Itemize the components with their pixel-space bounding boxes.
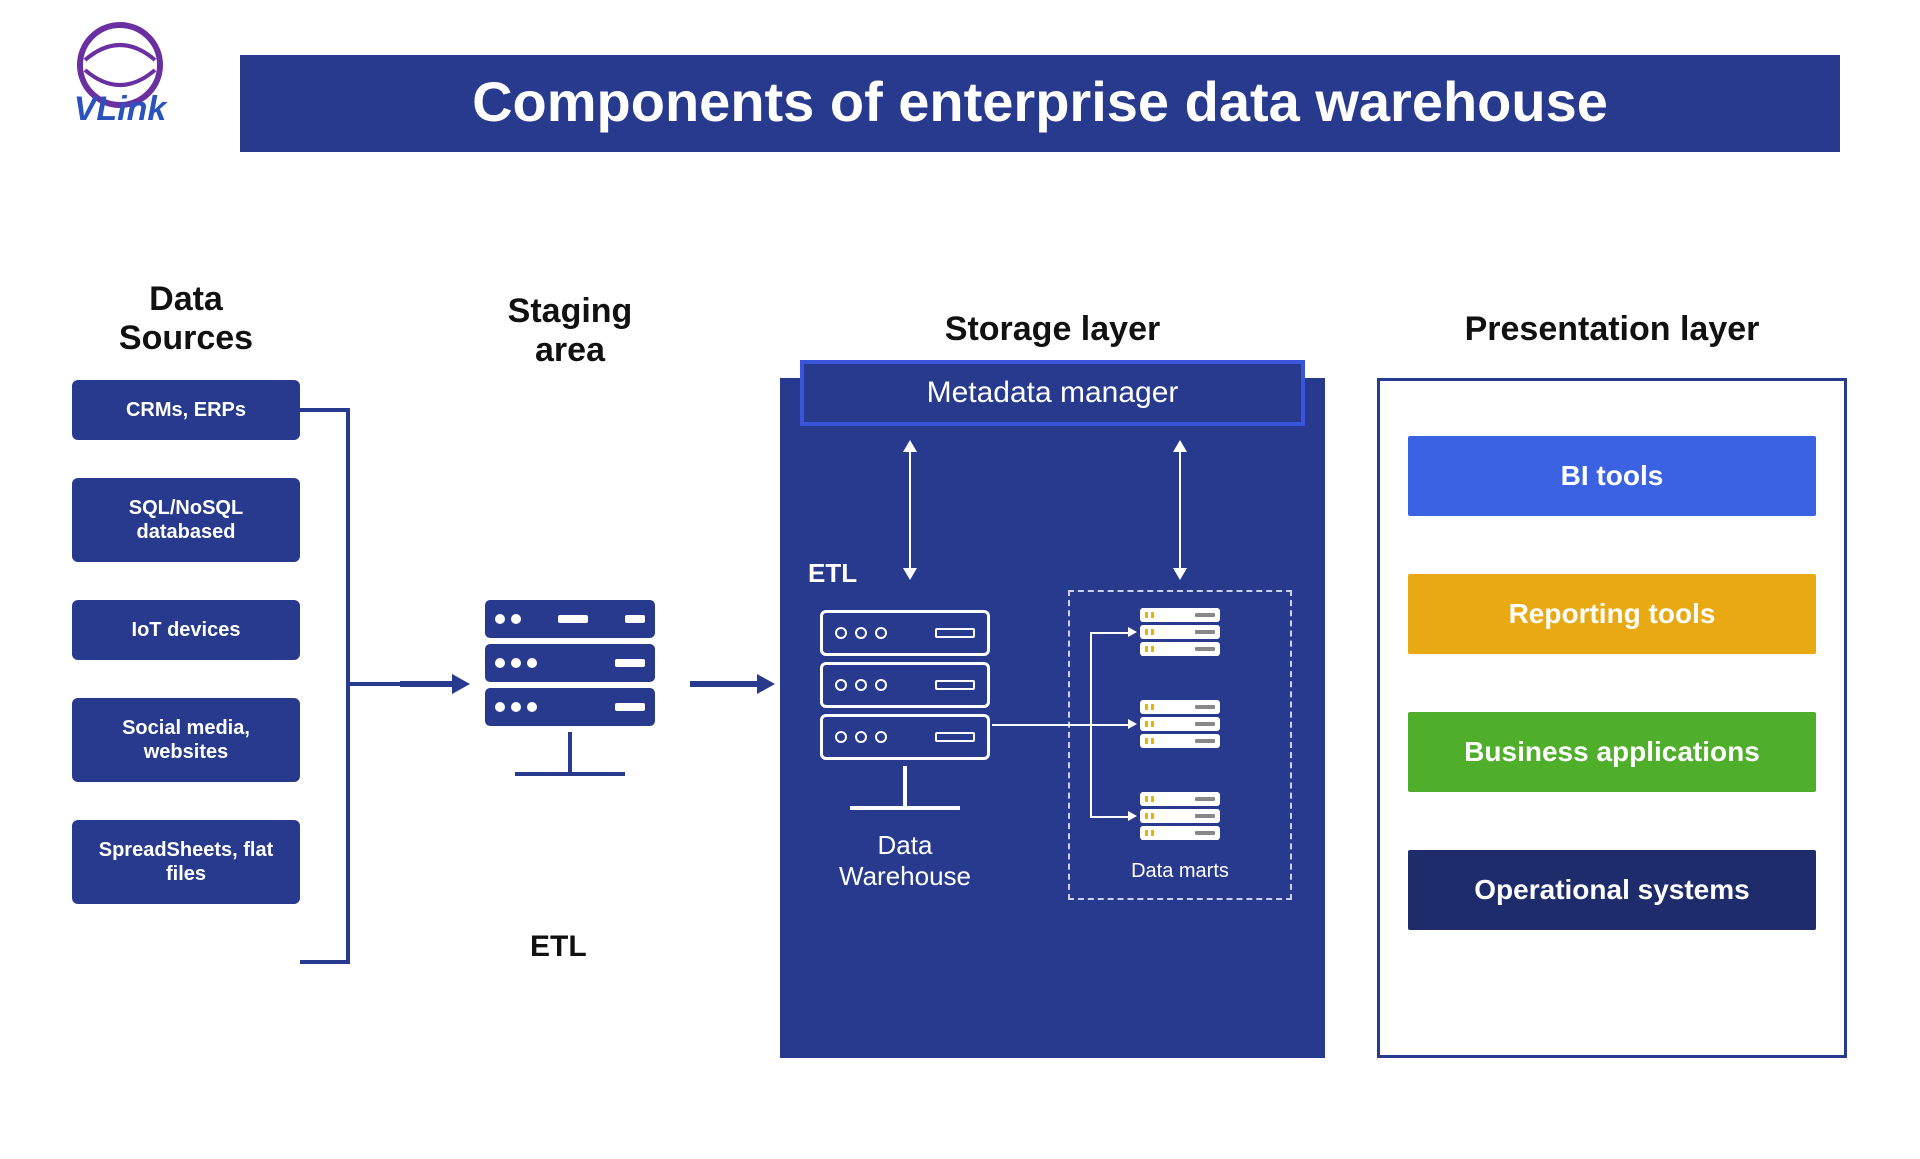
data-mart-icon <box>1140 608 1220 659</box>
column-header-staging: Staging area <box>455 292 685 370</box>
data-warehouse-icon <box>820 610 990 810</box>
source-social-media: Social media, websites <box>72 698 300 782</box>
data-mart-icon <box>1140 700 1220 751</box>
staging-server-icon <box>460 600 680 776</box>
connector-line <box>300 960 350 964</box>
vlink-logo: VLink <box>50 20 190 140</box>
double-arrow-icon <box>900 440 920 580</box>
metadata-manager-box: Metadata manager <box>800 360 1305 426</box>
data-marts-label: Data marts <box>1068 860 1292 883</box>
source-sql-nosql: SQL/NoSQL databased <box>72 478 300 562</box>
arrow-right-icon <box>1128 719 1137 729</box>
connector-line <box>992 724 1042 726</box>
connector-line <box>346 408 350 964</box>
data-sources-list: CRMs, ERPs SQL/NoSQL databased IoT devic… <box>72 380 300 942</box>
storage-etl-label: ETL <box>808 558 857 589</box>
connector-line <box>1090 632 1128 634</box>
source-spreadsheets: SpreadSheets, flat files <box>72 820 300 904</box>
presentation-operational-systems: Operational systems <box>1408 850 1816 930</box>
source-iot: IoT devices <box>72 600 300 660</box>
connector-line <box>300 408 350 412</box>
column-header-data-sources: Data Sources <box>72 280 300 358</box>
column-header-presentation: Presentation layer <box>1377 310 1847 349</box>
data-mart-icon <box>1140 792 1220 843</box>
arrow-right-icon <box>1128 627 1137 637</box>
column-header-storage: Storage layer <box>780 310 1325 349</box>
connector-line <box>1090 724 1128 726</box>
staging-etl-label: ETL <box>530 930 587 964</box>
presentation-bi-tools: BI tools <box>1408 436 1816 516</box>
connector-line <box>346 682 406 686</box>
arrow-right-icon <box>1128 811 1137 821</box>
logo-text: VLink <box>74 90 169 128</box>
connector-line <box>1042 724 1090 726</box>
page-title: Components of enterprise data warehouse <box>240 55 1840 152</box>
connector-line <box>1090 816 1128 818</box>
data-warehouse-label: Data Warehouse <box>820 830 990 892</box>
presentation-layer-panel: BI tools Reporting tools Business applic… <box>1377 378 1847 1058</box>
source-crms-erps: CRMs, ERPs <box>72 380 300 440</box>
presentation-reporting-tools: Reporting tools <box>1408 574 1816 654</box>
presentation-business-apps: Business applications <box>1408 712 1816 792</box>
double-arrow-icon <box>1170 440 1190 580</box>
